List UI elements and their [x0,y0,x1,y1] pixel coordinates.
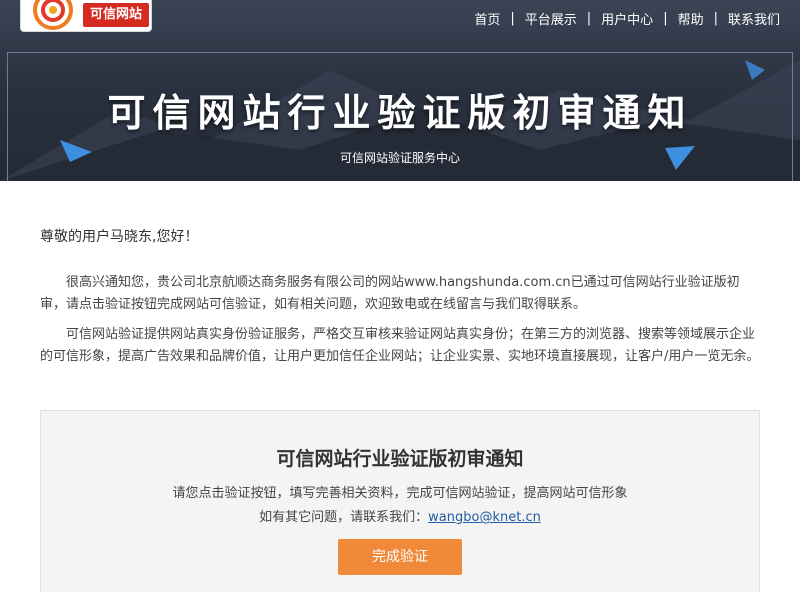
nav-home[interactable]: 首页 [474,9,500,28]
nav-help[interactable]: 帮助 [678,9,704,28]
hero-banner: 可信网站 首页 | 平台展示 | 用户中心 | 帮助 | 联系我们 可信网站行业… [0,0,800,181]
hero-subtitle: 可信网站验证服务中心 [339,151,460,165]
nav-separator: | [663,11,668,26]
nav-separator: | [586,11,592,26]
hero-title: 可信网站行业验证版初审通知 [107,91,693,135]
contact-prefix: 如有其它问题，请联系我们： [259,510,429,525]
greeting: 尊敬的用户马晓东,您好！ [40,229,199,245]
paragraph-description: 可信网站验证提供网站真实身份验证服务，严格交互审核来验证网站真实身份；在第三方的… [40,327,760,364]
notice-box: 可信网站行业验证版初审通知 请您点击验证按钮，填写完善相关资料，完成可信网站验证… [40,410,760,592]
nav-separator: | [510,11,515,26]
notice-instruction: 请您点击验证按钮，填写完善相关资料，完成可信网站验证，提高网站可信形象 [172,486,628,501]
paragraph-approval: 很高兴通知您，贵公司北京航顺达商务服务有限公司的网站www.hangshunda… [40,275,740,312]
notice-contact: 如有其它问题，请联系我们：wangbo@knet.cn [41,506,759,525]
nav-user-center[interactable]: 用户中心 [601,9,653,28]
nav-separator: | [713,11,718,26]
nav-contact[interactable]: 联系我们 [728,9,780,28]
swirl-logo-icon [33,0,73,30]
complete-verification-button[interactable]: 完成验证 [338,539,462,575]
top-nav: 首页 | 平台展示 | 用户中心 | 帮助 | 联系我们 [474,9,780,28]
logo-text: 可信网站 [83,3,149,27]
site-logo[interactable]: 可信网站 [20,0,152,32]
nav-showcase[interactable]: 平台展示 [525,9,577,28]
notice-title: 可信网站行业验证版初审通知 [276,448,524,470]
contact-email-link[interactable]: wangbo@knet.cn [428,510,541,525]
